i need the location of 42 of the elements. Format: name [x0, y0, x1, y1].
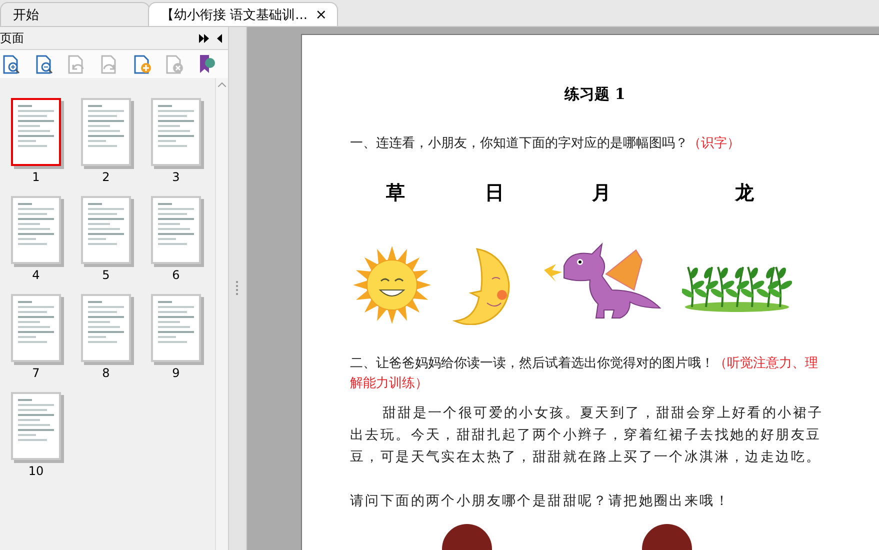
chinese-character: 月 [592, 181, 611, 206]
page-number: 2 [101, 170, 111, 184]
document-tab[interactable]: 【幼小衔接 语文基础训... × [148, 2, 338, 26]
page-thumbnail[interactable] [81, 294, 131, 362]
chinese-character: 草 [386, 181, 405, 206]
delete-page-icon [164, 54, 184, 74]
page-thumbnail[interactable] [11, 294, 61, 362]
document-tab[interactable]: 开始 [0, 2, 150, 26]
insert-page-icon [132, 54, 152, 74]
page-number: 4 [31, 268, 41, 282]
rotate-left-icon [66, 54, 86, 74]
page-number: 5 [101, 268, 111, 282]
scroll-up-icon[interactable] [218, 82, 226, 87]
rotate-right-icon [98, 54, 119, 74]
page-thumbnail[interactable] [81, 98, 131, 166]
document-title: 练习题 1 [563, 85, 626, 104]
expand-icon[interactable] [199, 34, 209, 42]
page-number: 6 [171, 268, 181, 282]
page-thumbnail[interactable] [151, 98, 201, 166]
page-thumbnail[interactable] [151, 294, 201, 362]
panel-title: 页面 [0, 30, 24, 46]
page-number: 10 [27, 464, 45, 478]
collapse-icon[interactable] [217, 34, 222, 42]
chinese-character: 龙 [735, 181, 754, 206]
story-paragraph: 甜甜是一个很可爱的小女孩。夏天到了，甜甜会穿上好看的小裙子出去玩。今天，甜甜扎起了两个小辫子，穿着红裙子去找她的好朋友豆豆，可是天气实在太热了，甜甜就在路上买了一个冰淇淋，边走边吃。 [350, 404, 824, 467]
page-thumbnail[interactable] [81, 196, 131, 264]
page-number: 7 [31, 366, 41, 380]
page-thumbnail[interactable] [11, 98, 61, 166]
question-text: 请问下面的两个小朋友哪个是甜甜呢？请把她圈出来哦！ [350, 492, 731, 510]
page-number: 3 [171, 170, 181, 184]
question-text: 二、让爸爸妈妈给你读一读，然后试着选出你觉得对的图片哦！（听觉注意力、理解能力训练） [350, 355, 819, 393]
close-button[interactable]: × [315, 6, 327, 22]
chinese-character: 日 [485, 181, 504, 206]
page-number: 1 [31, 170, 41, 184]
page-thumbnail[interactable] [11, 392, 61, 460]
page-number: 8 [101, 366, 111, 380]
page-number: 9 [171, 366, 181, 380]
page-thumbnail[interactable] [11, 196, 61, 264]
zoom-out-icon [34, 54, 54, 74]
page-thumbnail[interactable] [151, 196, 201, 264]
splitter-grip-icon[interactable] [236, 280, 239, 296]
question-text: 一、连连看，小朋友，你知道下面的字对应的是哪幅图吗？（识字） [350, 135, 741, 153]
